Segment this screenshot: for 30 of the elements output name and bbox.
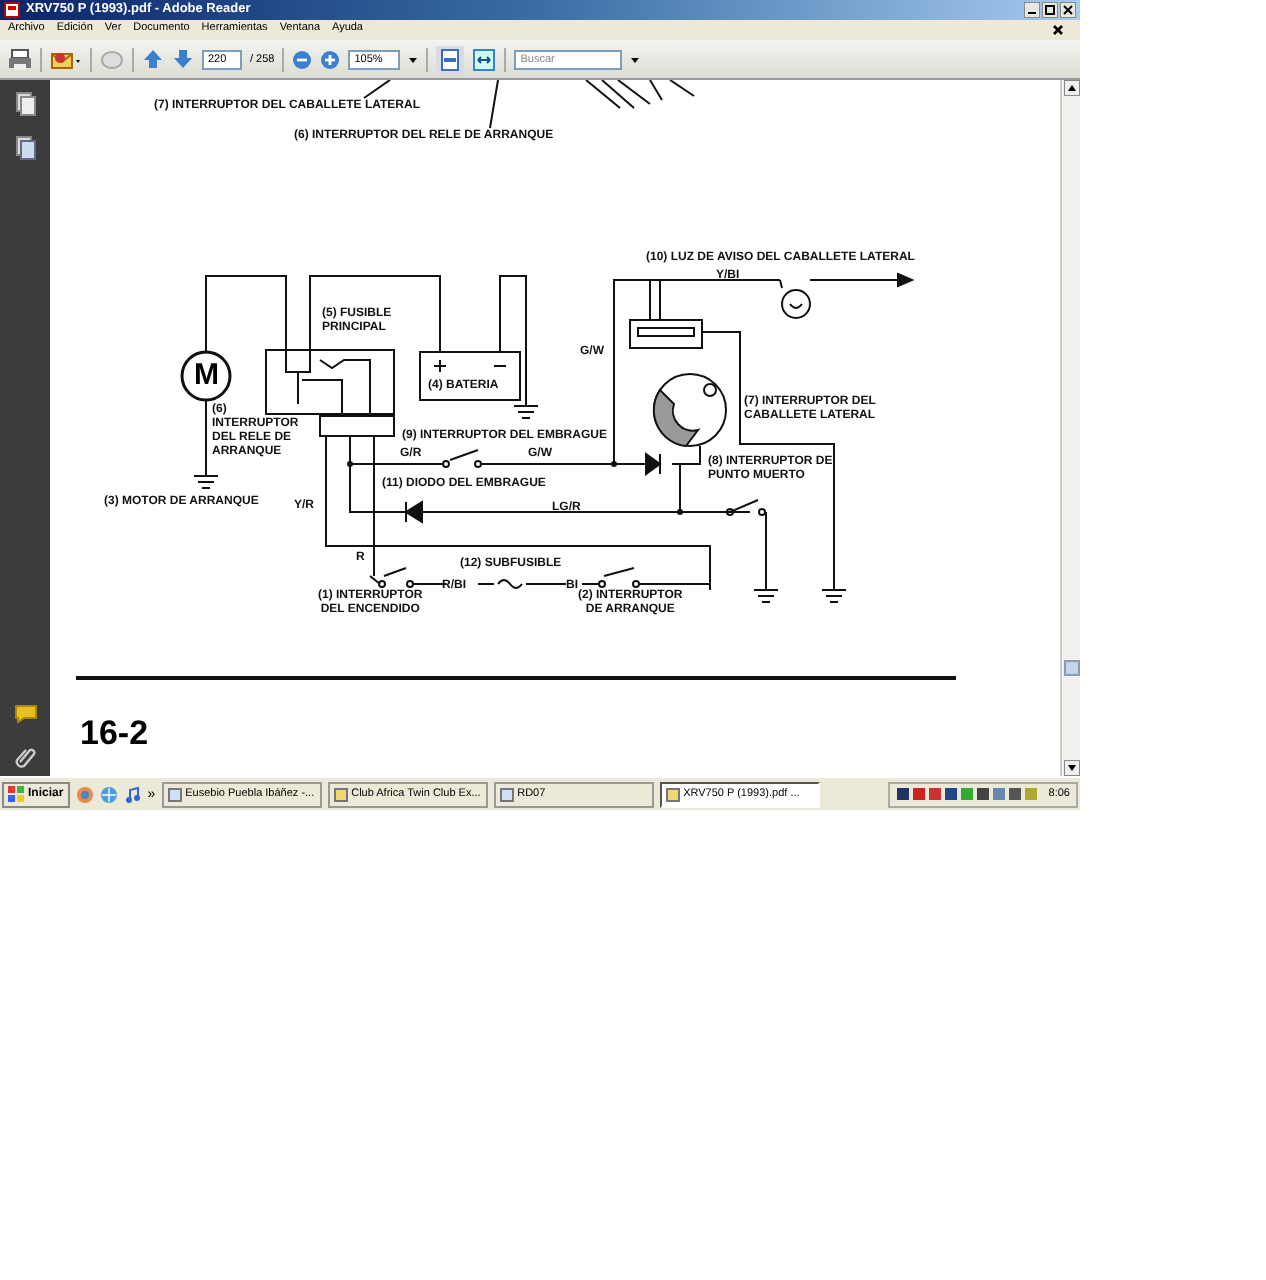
restore-button[interactable] [1042, 2, 1058, 18]
up-arrow-icon[interactable] [142, 48, 164, 70]
email-icon[interactable] [50, 47, 82, 71]
paperclip-icon[interactable] [13, 744, 37, 768]
fit-width-icon[interactable] [472, 47, 497, 71]
close-icon[interactable] [1052, 24, 1064, 36]
flag-icon [8, 786, 24, 802]
pages-icon[interactable] [15, 136, 35, 160]
app-icon [333, 787, 348, 801]
browser-icon[interactable] [75, 785, 94, 803]
close-button[interactable] [1060, 2, 1076, 18]
scroll-thumb[interactable] [1063, 660, 1079, 676]
app-icon [665, 787, 680, 801]
minimize-button[interactable] [1024, 2, 1040, 18]
document-icon [4, 2, 20, 18]
zoom-out-icon[interactable] [292, 49, 313, 69]
pages-icon[interactable] [15, 92, 35, 116]
page-number: 16-2 [80, 716, 149, 750]
zoom-in-icon[interactable] [320, 49, 341, 69]
down-arrow-icon[interactable] [172, 48, 194, 70]
motor-letter: M [194, 360, 219, 390]
scroll-up-icon[interactable] [1063, 80, 1079, 96]
comment-icon[interactable] [13, 704, 37, 724]
scroll-down-icon[interactable] [1063, 760, 1079, 776]
fit-page-icon[interactable] [436, 45, 465, 73]
scroll-bar[interactable] [1060, 80, 1080, 776]
app-icon [499, 787, 514, 801]
music-note-icon[interactable] [123, 785, 142, 803]
print-icon[interactable] [8, 47, 32, 71]
app-icon [167, 787, 182, 801]
